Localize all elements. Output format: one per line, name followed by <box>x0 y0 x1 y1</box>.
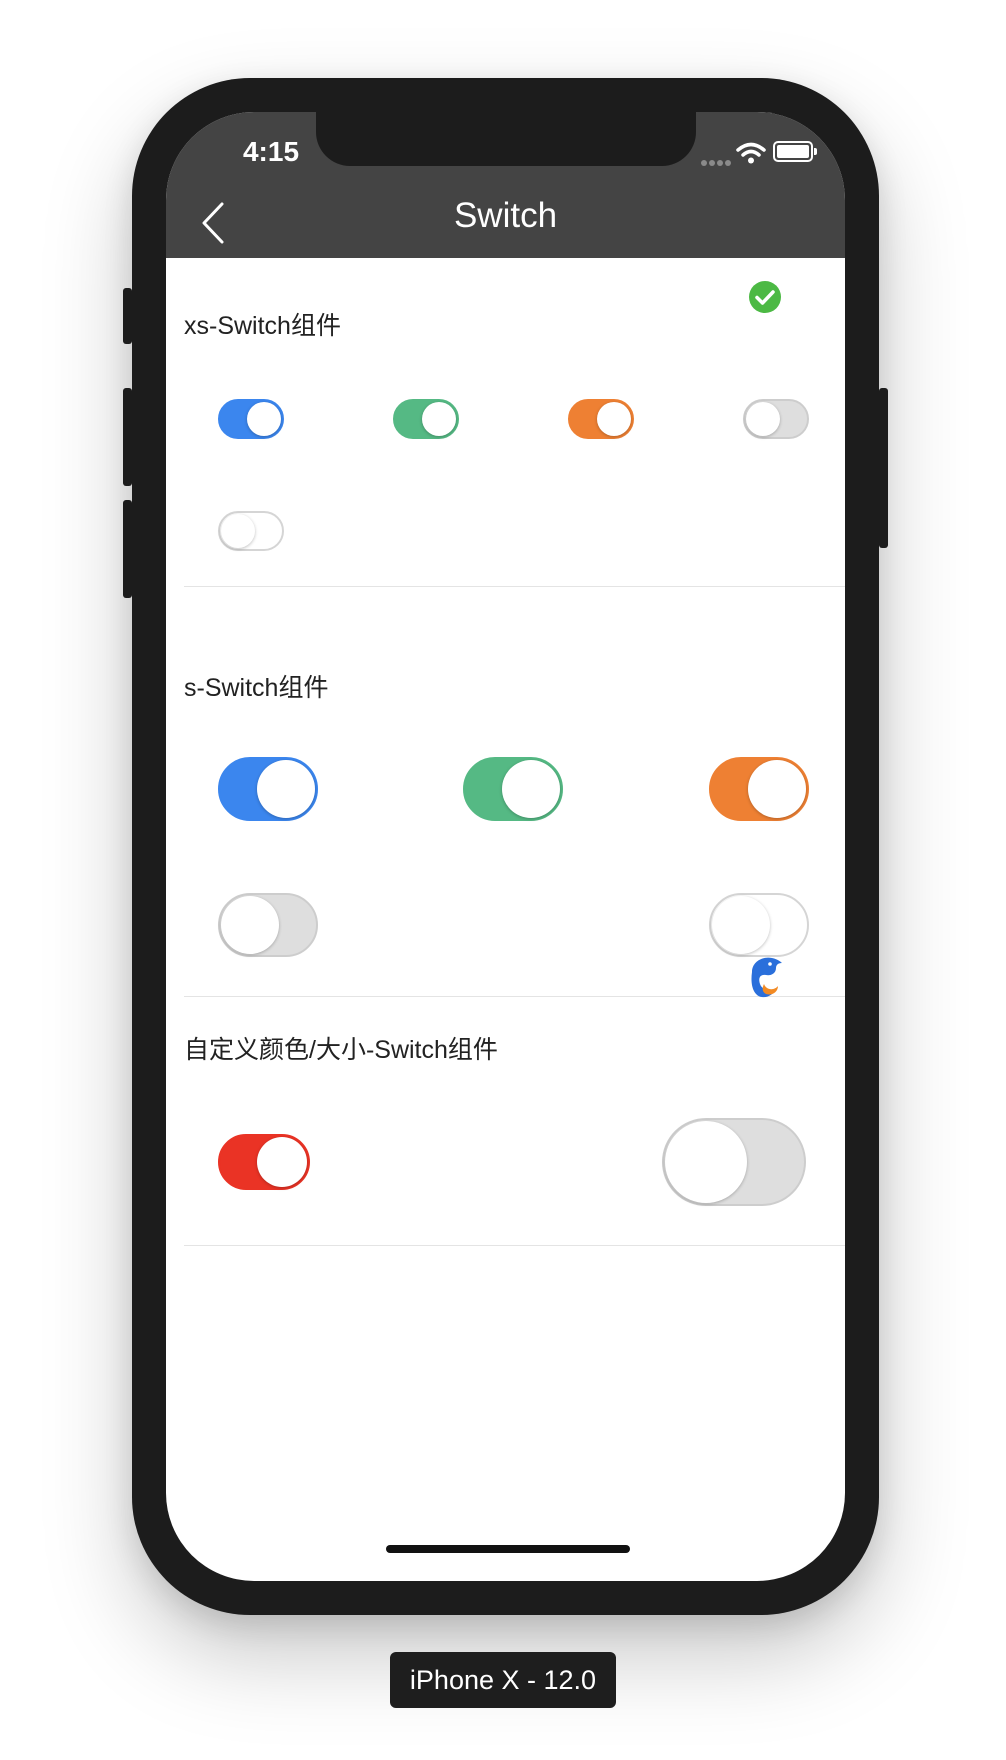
switch-custom-large[interactable] <box>662 1118 806 1206</box>
signal-dots-icon <box>701 153 733 171</box>
page-title: Switch <box>453 196 558 235</box>
home-indicator <box>386 1545 630 1553</box>
switch-xs-green[interactable] <box>393 399 459 439</box>
mute-switch <box>123 288 132 344</box>
notch <box>316 112 696 166</box>
switch-s-gray[interactable] <box>218 893 318 957</box>
switch-custom-red[interactable] <box>218 1134 310 1190</box>
status-time: 4:15 <box>242 136 300 167</box>
dolphin-logo-icon <box>751 957 782 998</box>
switch-s-white[interactable] <box>709 893 809 957</box>
switch-xs-white[interactable] <box>218 511 284 551</box>
power-button <box>879 388 888 548</box>
device-label: iPhone X - 12.0 <box>390 1652 616 1708</box>
volume-up-button <box>123 388 132 486</box>
battery-icon <box>773 141 817 162</box>
phone-screen: 4:15 Switch xs-Switch组件 s-Switch组件 自定义颜色… <box>166 112 845 1581</box>
section-title-s: s-Switch组件 <box>184 674 329 702</box>
check-circle-icon <box>749 281 781 313</box>
section-divider <box>184 586 845 587</box>
volume-down-button <box>123 500 132 598</box>
switch-s-orange[interactable] <box>709 757 809 821</box>
switch-xs-blue[interactable] <box>218 399 284 439</box>
section-title-xs: xs-Switch组件 <box>184 312 341 340</box>
switch-xs-orange[interactable] <box>568 399 634 439</box>
navigation-bar: 4:15 Switch <box>166 112 845 258</box>
iphone-frame: 4:15 Switch xs-Switch组件 s-Switch组件 自定义颜色… <box>123 78 888 1615</box>
switch-s-blue[interactable] <box>218 757 318 821</box>
section-title-custom: 自定义颜色/大小-Switch组件 <box>184 1036 498 1064</box>
switch-s-green[interactable] <box>463 757 563 821</box>
section-divider <box>184 1245 845 1246</box>
switch-xs-gray[interactable] <box>743 399 809 439</box>
wifi-icon <box>736 142 766 164</box>
